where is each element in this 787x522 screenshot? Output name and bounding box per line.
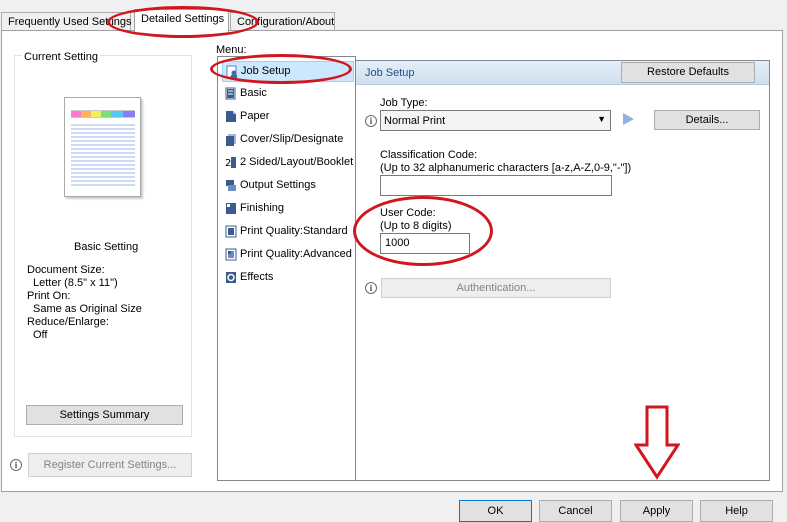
setting-label: Print On: — [27, 290, 71, 302]
svg-text:2: 2 — [225, 158, 231, 169]
details-button[interactable]: Details... — [654, 110, 760, 130]
settings-summary-button[interactable]: Settings Summary — [26, 405, 183, 425]
restore-defaults-button[interactable]: Restore Defaults — [621, 62, 755, 83]
menu-list: Job Setup Basic Paper Cover/Slip/Designa… — [217, 56, 356, 481]
menu-item-label: Cover/Slip/Designate — [240, 133, 344, 145]
menu-item-label: 2 Sided/Layout/Booklet — [240, 156, 354, 168]
current-setting-title: Current Setting — [22, 51, 100, 63]
user-code-hint: (Up to 8 digits) — [380, 220, 452, 232]
setting-value: Same as Original Size — [33, 303, 142, 315]
setting-value: Letter (8.5" x 11") — [33, 277, 118, 289]
menu-item-effects[interactable]: Effects — [222, 268, 354, 289]
settings-list: Document Size: Letter (8.5" x 11") Print… — [27, 264, 142, 342]
apply-button[interactable]: Apply — [620, 500, 693, 522]
classification-code-hint: (Up to 32 alphanumeric characters [a-z,A… — [380, 162, 632, 174]
menu-item-label: Print Quality:Standard — [240, 225, 348, 237]
info-icon: i — [365, 282, 377, 294]
job-setup-header-title: Job Setup — [365, 67, 415, 79]
menu-item-label: Finishing — [240, 202, 285, 214]
effects-icon — [226, 272, 236, 283]
preview-caption: Basic Setting — [74, 241, 139, 253]
two-sided-icon: 2 — [225, 157, 236, 169]
quality-standard-icon — [225, 225, 237, 238]
finishing-icon — [226, 203, 236, 214]
menu-item-label: Effects — [240, 271, 274, 283]
job-type-label: Job Type: — [380, 97, 428, 109]
document-preview — [64, 97, 141, 197]
info-icon: i — [10, 459, 22, 471]
menu-item-basic[interactable]: Basic — [222, 84, 354, 105]
menu-item-paper[interactable]: Paper — [222, 107, 354, 128]
cancel-button[interactable]: Cancel — [539, 500, 612, 522]
register-settings-button[interactable]: Register Current Settings... — [28, 453, 192, 477]
job-type-select[interactable]: Normal Print ▼ — [380, 110, 611, 131]
menu-item-label: Paper — [240, 110, 270, 122]
tab-detailed-settings[interactable]: Detailed Settings — [134, 9, 229, 33]
menu-item-quality-standard[interactable]: Print Quality:Standard — [222, 222, 354, 243]
menu-item-two-sided[interactable]: 2 2 Sided/Layout/Booklet — [222, 153, 354, 174]
menu-item-label: Print Quality:Advanced — [240, 248, 352, 260]
menu-label: Menu: — [216, 44, 247, 56]
job-type-value: Normal Print — [384, 115, 446, 127]
menu-item-label: Job Setup — [241, 65, 291, 77]
menu-item-cover[interactable]: Cover/Slip/Designate — [222, 130, 354, 151]
info-icon: i — [365, 115, 377, 127]
menu-item-quality-advanced[interactable]: Print Quality:Advanced — [222, 245, 354, 266]
output-icon — [226, 180, 236, 191]
tab-configuration-about[interactable]: Configuration/About — [230, 12, 335, 32]
paper-icon — [226, 111, 236, 122]
ok-button[interactable]: OK — [459, 500, 532, 522]
menu-item-label: Basic — [240, 87, 267, 99]
menu-item-output[interactable]: Output Settings — [222, 176, 354, 197]
quality-advanced-icon — [225, 248, 237, 261]
chevron-down-icon: ▼ — [597, 114, 606, 124]
menu-item-finishing[interactable]: Finishing — [222, 199, 354, 220]
play-arrow-icon — [623, 113, 634, 125]
classification-code-input[interactable] — [380, 175, 612, 196]
authentication-button[interactable]: Authentication... — [381, 278, 611, 298]
tab-frequently-used[interactable]: Frequently Used Settings — [1, 12, 132, 32]
basic-icon — [225, 87, 236, 100]
menu-item-job-setup[interactable]: Job Setup — [222, 61, 354, 82]
setting-label: Reduce/Enlarge: — [27, 316, 109, 328]
user-code-input[interactable]: 1000 — [380, 233, 470, 254]
setting-label: Document Size: — [27, 264, 105, 276]
menu-item-label: Output Settings — [240, 179, 316, 191]
user-code-label: User Code: — [380, 207, 436, 219]
job-setup-icon — [226, 65, 237, 78]
help-button[interactable]: Help — [700, 500, 773, 522]
setting-value: Off — [33, 329, 48, 341]
red-arrow-icon — [634, 405, 680, 480]
classification-code-label: Classification Code: — [380, 149, 478, 161]
cover-icon — [226, 134, 236, 146]
